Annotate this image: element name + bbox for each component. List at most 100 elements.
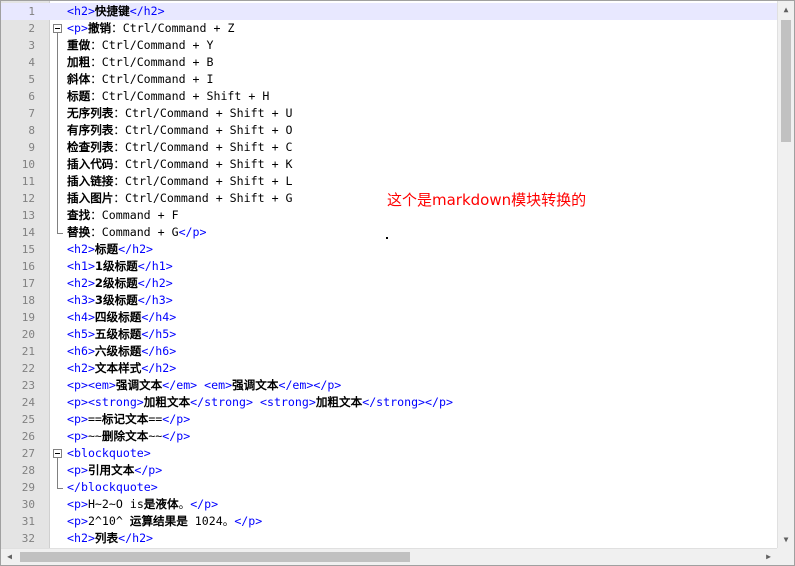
code-line[interactable]: 6 标题：Ctrl/Command + Shift + H	[1, 88, 777, 105]
fold-guide-line	[57, 33, 58, 233]
content-text: 有序列表	[67, 123, 114, 137]
fold-collapse-icon[interactable]	[53, 24, 62, 33]
line-number: 7	[28, 107, 35, 120]
line-number: 4	[28, 56, 35, 69]
code-line[interactable]: 19 <h4>四级标题</h4>	[1, 309, 777, 326]
line-number: 19	[21, 311, 35, 324]
html-tag: </p>	[234, 514, 263, 528]
code-line[interactable]: 29 </blockquote>	[1, 479, 777, 496]
fold-end-marker	[57, 488, 63, 489]
code-line[interactable]: 5 斜体：Ctrl/Command + I	[1, 71, 777, 88]
code-line[interactable]: 14 替换：Command + G</p>	[1, 224, 777, 241]
code-line[interactable]: 15 <h2>标题</h2>	[1, 241, 777, 258]
html-tag: <h6>	[67, 344, 95, 358]
vertical-scroll-thumb[interactable]	[781, 20, 791, 142]
content-text: 运算结果是	[129, 514, 188, 528]
line-number: 32	[21, 532, 35, 545]
line-code: <p>H~2~O is是液体。</p>	[67, 496, 218, 513]
scroll-down-arrow-icon[interactable]: ▼	[778, 531, 794, 548]
code-line[interactable]: 21 <h6>六级标题</h6>	[1, 343, 777, 360]
scroll-right-arrow-icon[interactable]: ▶	[760, 549, 777, 565]
line-number: 11	[21, 175, 35, 188]
line-number: 9	[28, 141, 35, 154]
html-tag: <h5>	[67, 327, 95, 341]
html-tag: </em></p>	[278, 378, 342, 392]
content-text: 引用文本	[87, 463, 135, 477]
scroll-up-arrow-icon[interactable]: ▲	[778, 1, 794, 18]
code-line[interactable]: 18 <h3>3级标题</h3>	[1, 292, 777, 309]
code-line[interactable]: 2 <p>撤销：Ctrl/Command + Z	[1, 20, 777, 37]
line-number: 22	[21, 362, 35, 375]
content-text: 五级标题	[94, 327, 142, 341]
content-text: 列表	[94, 531, 119, 545]
content-text: 斜体	[67, 72, 91, 86]
html-tag: </h2>	[141, 361, 177, 375]
line-code: <p>撤销：Ctrl/Command + Z	[67, 20, 234, 37]
plain-text: ：Ctrl/Command + Shift + H	[90, 89, 270, 103]
line-code: <h2>标题</h2>	[67, 241, 153, 258]
html-tag: </h2>	[118, 242, 154, 256]
code-line[interactable]: 10 插入代码：Ctrl/Command + Shift + K	[1, 156, 777, 173]
line-number: 3	[28, 39, 35, 52]
fold-collapse-icon[interactable]	[53, 449, 62, 458]
code-line[interactable]: 23 <p><em>强调文本</em> <em>强调文本</em></p>	[1, 377, 777, 394]
code-line[interactable]: 27 <blockquote>	[1, 445, 777, 462]
horizontal-scrollbar[interactable]: ◀ ▶	[1, 548, 777, 565]
content-text: 文本样式	[94, 361, 142, 375]
code-line[interactable]: 30 <p>H~2~O is是液体。</p>	[1, 496, 777, 513]
line-code: <h2>2级标题</h2>	[67, 275, 173, 292]
code-line[interactable]: 31 <p>2^10^ 运算结果是 1024。</p>	[1, 513, 777, 530]
code-line[interactable]: 25 <p>==标记文本==</p>	[1, 411, 777, 428]
plain-text: ：Ctrl/Command + I	[90, 72, 214, 86]
content-text: 检查列表	[67, 140, 114, 154]
code-line[interactable]: 1 <h2>快捷键</h2>	[1, 3, 777, 20]
html-tag: </h4>	[141, 310, 177, 324]
html-tag: <p>	[67, 412, 88, 426]
line-number: 17	[21, 277, 35, 290]
code-line[interactable]: 17 <h2>2级标题</h2>	[1, 275, 777, 292]
line-number: 8	[28, 124, 35, 137]
code-line[interactable]: 8 有序列表：Ctrl/Command + Shift + O	[1, 122, 777, 139]
html-tag: <p>	[67, 514, 88, 528]
code-line[interactable]: 24 <p><strong>加粗文本</strong> <strong>加粗文本<…	[1, 394, 777, 411]
line-code: <h2>列表</h2>	[67, 530, 153, 547]
html-tag: <p>	[67, 463, 88, 477]
code-line[interactable]: 7 无序列表：Ctrl/Command + Shift + U	[1, 105, 777, 122]
code-editor[interactable]: 1 <h2>快捷键</h2> 2 <p>撤销：Ctrl/Command + Z 3 重做：…	[0, 0, 795, 566]
line-code: <p>~~删除文本~~</p>	[67, 428, 190, 445]
line-code: <p><strong>加粗文本</strong> <strong>加粗文本</s…	[67, 394, 453, 411]
vertical-scrollbar[interactable]: ▲ ▼	[777, 1, 794, 548]
line-code: 加粗：Ctrl/Command + B	[67, 54, 213, 71]
code-line[interactable]: 16 <h1>1级标题</h1>	[1, 258, 777, 275]
html-tag: <p>	[67, 21, 88, 35]
scroll-left-arrow-icon[interactable]: ◀	[1, 549, 18, 565]
content-text: 是液体	[143, 497, 179, 511]
content-text: 强调文本	[232, 378, 279, 392]
code-line[interactable]: 22 <h2>文本样式</h2>	[1, 360, 777, 377]
html-tag: <h2>	[67, 361, 95, 375]
code-line[interactable]: 26 <p>~~删除文本~~</p>	[1, 428, 777, 445]
line-number: 21	[21, 345, 35, 358]
code-line[interactable]: 28 <p>引用文本</p>	[1, 462, 777, 479]
horizontal-scroll-thumb[interactable]	[20, 552, 410, 562]
html-tag: <h4>	[67, 310, 95, 324]
line-code: <h2>文本样式</h2>	[67, 360, 176, 377]
html-tag: </blockquote>	[67, 480, 158, 494]
content-text: 插入链接	[67, 174, 114, 188]
line-code: 检查列表：Ctrl/Command + Shift + C	[67, 139, 293, 156]
html-tag: </p>	[178, 225, 207, 239]
html-tag: </strong></p>	[362, 395, 453, 409]
plain-text: ：Ctrl/Command + Y	[90, 38, 214, 52]
code-line[interactable]: 20 <h5>五级标题</h5>	[1, 326, 777, 343]
html-tag: </strong>	[190, 395, 253, 409]
code-line[interactable]: 32 <h2>列表</h2>	[1, 530, 777, 547]
content-text: 强调文本	[115, 378, 163, 392]
code-line[interactable]: 4 加粗：Ctrl/Command + B	[1, 54, 777, 71]
line-code: 无序列表：Ctrl/Command + Shift + U	[67, 105, 293, 122]
plain-text: ：Ctrl/Command + Z	[111, 21, 235, 35]
code-line[interactable]: 3 重做：Ctrl/Command + Y	[1, 37, 777, 54]
code-line[interactable]: 11 插入链接：Ctrl/Command + Shift + L	[1, 173, 777, 190]
html-tag: </p>	[190, 497, 219, 511]
plain-text: ~~	[148, 429, 163, 443]
code-line[interactable]: 9 检查列表：Ctrl/Command + Shift + C	[1, 139, 777, 156]
